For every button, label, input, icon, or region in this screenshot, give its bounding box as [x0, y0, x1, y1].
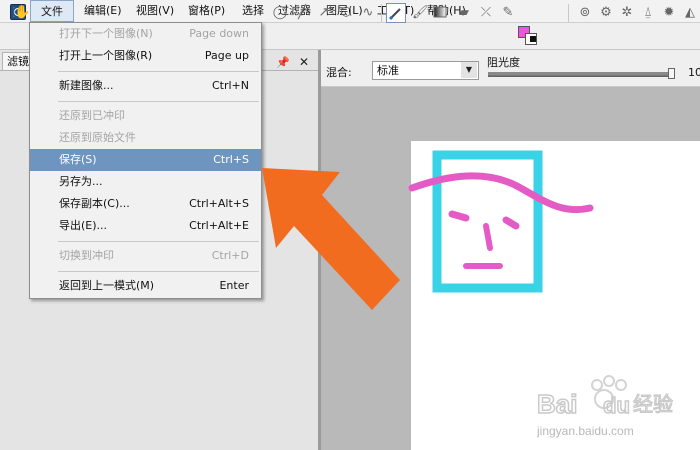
- menu-item-shortcut: Page up: [204, 49, 249, 62]
- menu-item-shortcut: Ctrl+N: [211, 79, 249, 92]
- menu-item-label: 保存副本(C)...: [59, 197, 130, 210]
- brush-icon[interactable]: [386, 3, 406, 23]
- menu-item-label: 导出(E)...: [59, 219, 108, 232]
- menu-edit[interactable]: 编辑(E): [80, 0, 126, 22]
- menu-item-shortcut: Ctrl+D: [211, 249, 249, 262]
- menu-item-save-as[interactable]: 另存为...: [30, 171, 261, 193]
- menu-select[interactable]: 选择: [238, 0, 268, 22]
- polygon-icon[interactable]: ⬡: [338, 5, 354, 21]
- arrow-line-icon[interactable]: ↗: [316, 5, 332, 21]
- fill-icon[interactable]: ◭: [682, 5, 698, 21]
- menu-file[interactable]: 文件(F): [30, 0, 74, 40]
- menu-item-shortcut: Enter: [219, 279, 249, 292]
- opacity-value: 10: [688, 66, 700, 79]
- clone-icon[interactable]: ⤫: [478, 5, 494, 21]
- light-icon[interactable]: ⍙: [640, 5, 656, 21]
- ellipse-icon[interactable]: ◯: [272, 5, 288, 21]
- panel-tab-filters[interactable]: 滤镜: [2, 52, 30, 70]
- line-icon[interactable]: ╱: [294, 5, 310, 21]
- opacity-label: 阻光度: [487, 56, 520, 69]
- chevron-down-icon[interactable]: ▼: [461, 62, 477, 78]
- eraser-icon[interactable]: ▰: [456, 5, 472, 21]
- blend-label: 混合:: [326, 66, 352, 79]
- menu-item-label: 还原到原始文件: [59, 131, 136, 144]
- menu-item-revert-developed[interactable]: 还原到已冲印: [30, 105, 261, 127]
- watermark-url: jingyan.baidu.com: [537, 424, 634, 438]
- svg-text:du: du: [603, 393, 630, 418]
- menu-item-label: 另存为...: [59, 175, 103, 188]
- gear-icon[interactable]: ✲: [619, 5, 635, 21]
- gradient-icon[interactable]: [432, 5, 448, 21]
- zoom-icon[interactable]: ⊚: [577, 5, 593, 21]
- toolbar-separator: [568, 4, 569, 22]
- menu-item-shortcut: Ctrl+Alt+E: [189, 219, 249, 232]
- menu-separator: [58, 101, 259, 102]
- menu-item-revert-original[interactable]: 还原到原始文件: [30, 127, 261, 149]
- svg-text:经验: 经验: [633, 392, 673, 416]
- svg-text:Bai: Bai: [537, 389, 577, 419]
- curve-icon[interactable]: ∿: [360, 5, 376, 21]
- menu-item-save-copy[interactable]: 保存副本(C)... Ctrl+Alt+S: [30, 193, 261, 215]
- menu-item-label: 保存(S): [59, 153, 97, 166]
- brush-stroke-eye-right: [502, 216, 520, 230]
- menu-item-shortcut: Ctrl+Alt+S: [189, 197, 249, 210]
- menu-item-open-previous[interactable]: 打开上一个图像(R) Page up: [30, 45, 261, 67]
- hand-icon[interactable]: ✋: [14, 5, 30, 21]
- menu-item-return-previous-mode[interactable]: 返回到上一模式(M) Enter: [30, 275, 261, 297]
- brush-stroke-eye-left: [448, 210, 470, 222]
- opacity-slider-fill: [488, 72, 670, 75]
- brush-stroke-nose: [483, 223, 493, 251]
- menu-item-save[interactable]: 保存(S) Ctrl+S: [30, 149, 261, 171]
- watermark-logo: Bai du 经验 jingyan.baidu.com: [537, 375, 674, 438]
- menu-view[interactable]: 视图(V): [132, 0, 178, 22]
- menu-separator: [58, 271, 259, 272]
- menu-item-shortcut: Page down: [189, 27, 249, 40]
- settings-icon[interactable]: ⚙: [598, 5, 614, 21]
- color-swatch-icon[interactable]: [518, 26, 540, 46]
- menu-item-open-next[interactable]: 打开下一个图像(N) Page down: [30, 23, 261, 45]
- menu-item-switch-to-develop[interactable]: 切换到冲印 Ctrl+D: [30, 245, 261, 267]
- menu-item-label: 返回到上一模式(M): [59, 279, 155, 292]
- menu-item-label: 新建图像...: [59, 79, 114, 92]
- menu-item-label: 切换到冲印: [59, 249, 114, 262]
- opacity-slider-knob[interactable]: [668, 68, 675, 79]
- pin-icon[interactable]: 📌: [276, 56, 290, 69]
- drawing: [408, 150, 594, 293]
- eyedropper-icon[interactable]: ✎: [500, 5, 516, 21]
- menu-item-new-image[interactable]: 新建图像... Ctrl+N: [30, 75, 261, 97]
- close-icon[interactable]: ✕: [299, 55, 309, 69]
- menu-item-label: 打开下一个图像(N): [59, 27, 153, 40]
- menu-item-export[interactable]: 导出(E)... Ctrl+Alt+E: [30, 215, 261, 237]
- menu-separator: [58, 71, 259, 72]
- menu-item-label: 打开上一个图像(R): [59, 49, 153, 62]
- menu-item-label: 还原到已冲印: [59, 109, 125, 122]
- menu-panes[interactable]: 窗格(P): [184, 0, 229, 22]
- color-picker-icon[interactable]: 🖌: [412, 5, 429, 21]
- toolbar-separator: [381, 4, 382, 22]
- sun-icon[interactable]: ✹: [661, 5, 677, 21]
- menu-separator: [58, 241, 259, 242]
- menu-item-shortcut: Ctrl+S: [213, 153, 249, 166]
